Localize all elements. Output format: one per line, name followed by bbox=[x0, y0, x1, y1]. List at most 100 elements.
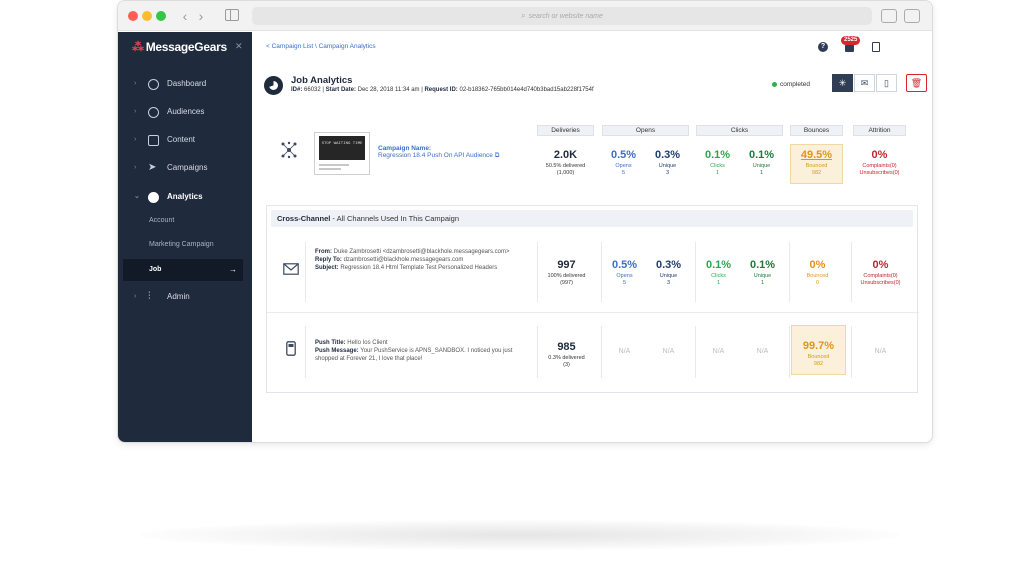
push-details: Push Title: Hello Ios Client Push Messag… bbox=[315, 339, 515, 363]
sidebar-item-admin[interactable]: › ⫶ Admin bbox=[118, 287, 252, 307]
summary-clicks-unique-label: Unique bbox=[752, 163, 771, 169]
start-date-label: Start Date: bbox=[325, 87, 356, 93]
email-view-button[interactable]: ✉ bbox=[854, 74, 875, 92]
divider bbox=[601, 242, 602, 302]
summary-attrition-value: 0% bbox=[871, 149, 888, 161]
hub-icon bbox=[281, 141, 297, 159]
job-id: 66032 bbox=[304, 87, 321, 93]
push-deliveries-count: (3) bbox=[563, 362, 570, 368]
sidebar-item-dashboard[interactable]: › Dashboard bbox=[118, 74, 252, 94]
job-header: Job Analytics ID#: 66032 | Start Date: D… bbox=[264, 74, 927, 102]
from-label: From: bbox=[315, 249, 332, 255]
email-opens-unique-label: Unique bbox=[659, 273, 678, 279]
top-bar: < Campaign List \ Campaign Analytics ? 2… bbox=[252, 32, 932, 62]
sidebar-item-content[interactable]: › Content bbox=[118, 130, 252, 150]
status-dot-icon bbox=[772, 81, 777, 87]
request-id: 02-b18362-765bb014e4d740b3bad15ab228f175… bbox=[459, 87, 594, 93]
sidebar-item-label: Campaigns bbox=[167, 163, 208, 172]
sidebar-subitem-account[interactable]: Account bbox=[118, 210, 252, 232]
email-complaints: Complaints(0) bbox=[863, 273, 898, 279]
delete-button[interactable]: 🗑 bbox=[906, 74, 927, 92]
search-icon: ⌕ bbox=[521, 11, 526, 20]
status-badge: completed bbox=[772, 81, 810, 88]
email-bounces-count: 0 bbox=[815, 280, 820, 286]
email-clicks-unique-count: 1 bbox=[760, 280, 765, 286]
sidebar-item-analytics[interactable]: ⌄ Analytics bbox=[118, 187, 252, 207]
summary-bounces-value[interactable]: 49.5% bbox=[790, 149, 843, 161]
push-bounces-value: 99.7% bbox=[802, 340, 835, 352]
arrow-right-icon: → bbox=[229, 265, 237, 274]
email-details: From: Duke Zambrosetti <dzambrosetti@bla… bbox=[315, 248, 515, 272]
divider bbox=[537, 242, 538, 302]
hub-view-button[interactable]: ✳ bbox=[832, 74, 853, 92]
email-icon bbox=[283, 263, 299, 275]
email-clicks-unique-label: Unique bbox=[753, 273, 772, 279]
sidebar-item-audiences[interactable]: › Audiences bbox=[118, 102, 252, 122]
address-placeholder: search or website name bbox=[528, 13, 603, 20]
email-opens-unique-value: 0.3% bbox=[655, 259, 682, 271]
maximize-window-button[interactable] bbox=[156, 11, 166, 21]
cross-channel-title: Cross-Channel bbox=[277, 214, 331, 223]
browser-toolbar: ‹ › ⌕ search or website name bbox=[118, 1, 932, 31]
row-divider bbox=[267, 312, 919, 313]
push-message-label: Push Message: bbox=[315, 348, 359, 354]
from-value: Duke Zambrosetti <dzambrosetti@blackhole… bbox=[333, 249, 510, 255]
campaign-name[interactable]: Campaign Name: Regression 18.4 Push On A… bbox=[378, 145, 499, 160]
back-icon[interactable]: ‹ bbox=[178, 8, 192, 24]
minimize-window-button[interactable] bbox=[142, 11, 152, 21]
push-opens-na: N/A bbox=[618, 348, 631, 355]
close-window-button[interactable] bbox=[128, 11, 138, 21]
summary-clicks-label: Clicks bbox=[710, 163, 725, 169]
push-title-value: Hello Ios Client bbox=[347, 340, 388, 346]
start-date: Dec 28, 2018 11:34 am bbox=[357, 87, 420, 93]
clipboard-icon[interactable] bbox=[872, 42, 880, 52]
chevron-right-icon: › bbox=[134, 80, 137, 87]
summary-deliveries-pct: 50.5% delivered bbox=[545, 163, 586, 169]
campaign-thumbnail[interactable]: STOP WAITING TIME bbox=[314, 132, 370, 175]
help-icon[interactable]: ? bbox=[818, 42, 828, 52]
email-attrition-value: 0% bbox=[872, 259, 889, 271]
summary-opens-unique-label: Unique bbox=[658, 163, 677, 169]
email-deliveries-count: (997) bbox=[560, 280, 573, 286]
push-title-label: Push Title: bbox=[315, 340, 346, 346]
tabs-icon[interactable] bbox=[904, 9, 920, 23]
summary-clicks-count: 1 bbox=[715, 170, 720, 176]
notification-badge: 2525 bbox=[841, 36, 861, 45]
chevron-right-icon: › bbox=[134, 136, 137, 143]
summary-opens-label: Opens bbox=[615, 163, 632, 169]
divider bbox=[601, 326, 602, 378]
sidebar-subitem-marketing-campaign[interactable]: Marketing Campaign bbox=[118, 234, 252, 256]
email-clicks-count: 1 bbox=[716, 280, 721, 286]
target-icon bbox=[148, 107, 159, 118]
paper-plane-icon: ➤ bbox=[148, 162, 157, 173]
cross-channel-panel: Cross-Channel - All Channels Used In Thi… bbox=[266, 205, 919, 393]
sidebar-toggle-icon[interactable] bbox=[225, 9, 239, 21]
push-clicks-na: N/A bbox=[712, 348, 725, 355]
collapse-sidebar-icon[interactable]: ✕ bbox=[235, 41, 243, 52]
breadcrumb[interactable]: < Campaign List \ Campaign Analytics bbox=[266, 43, 376, 50]
mobile-view-button[interactable]: ▯ bbox=[876, 74, 897, 92]
sidebar-item-campaigns[interactable]: › ➤ Campaigns bbox=[118, 158, 252, 178]
cross-channel-header: Cross-Channel - All Channels Used In Thi… bbox=[271, 210, 913, 227]
address-bar[interactable]: ⌕ search or website name bbox=[252, 7, 872, 25]
email-deliveries-pct: 100% delivered bbox=[547, 273, 586, 279]
sidebar-item-label: Analytics bbox=[167, 192, 203, 201]
main-content: < Campaign List \ Campaign Analytics ? 2… bbox=[252, 32, 932, 442]
chevron-down-icon: ⌄ bbox=[134, 193, 140, 200]
subject-value: Regression 18.4 Html Template Test Perso… bbox=[340, 265, 498, 271]
id-label: ID#: bbox=[291, 87, 303, 93]
summary-deliveries-value: 2.0K bbox=[553, 149, 578, 161]
summary-clicks-unique-value: 0.1% bbox=[748, 149, 775, 161]
email-opens-count: 5 bbox=[622, 280, 627, 286]
forward-icon[interactable]: › bbox=[194, 8, 208, 24]
summary-bounces-label: Bounced bbox=[805, 163, 828, 169]
thumbnail-line bbox=[319, 164, 349, 166]
sidebar-subitem-job[interactable]: Job → bbox=[123, 259, 243, 281]
share-icon[interactable] bbox=[881, 9, 897, 23]
thumbnail-text: STOP WAITING TIME bbox=[319, 136, 365, 160]
chevron-right-icon: › bbox=[134, 108, 137, 115]
campaign-name-value: Regression 18.4 Push On API Audience bbox=[378, 152, 493, 159]
push-deliveries-value: 985 bbox=[557, 341, 576, 353]
cross-channel-subtitle: - All Channels Used In This Campaign bbox=[330, 214, 460, 223]
divider bbox=[305, 326, 306, 378]
